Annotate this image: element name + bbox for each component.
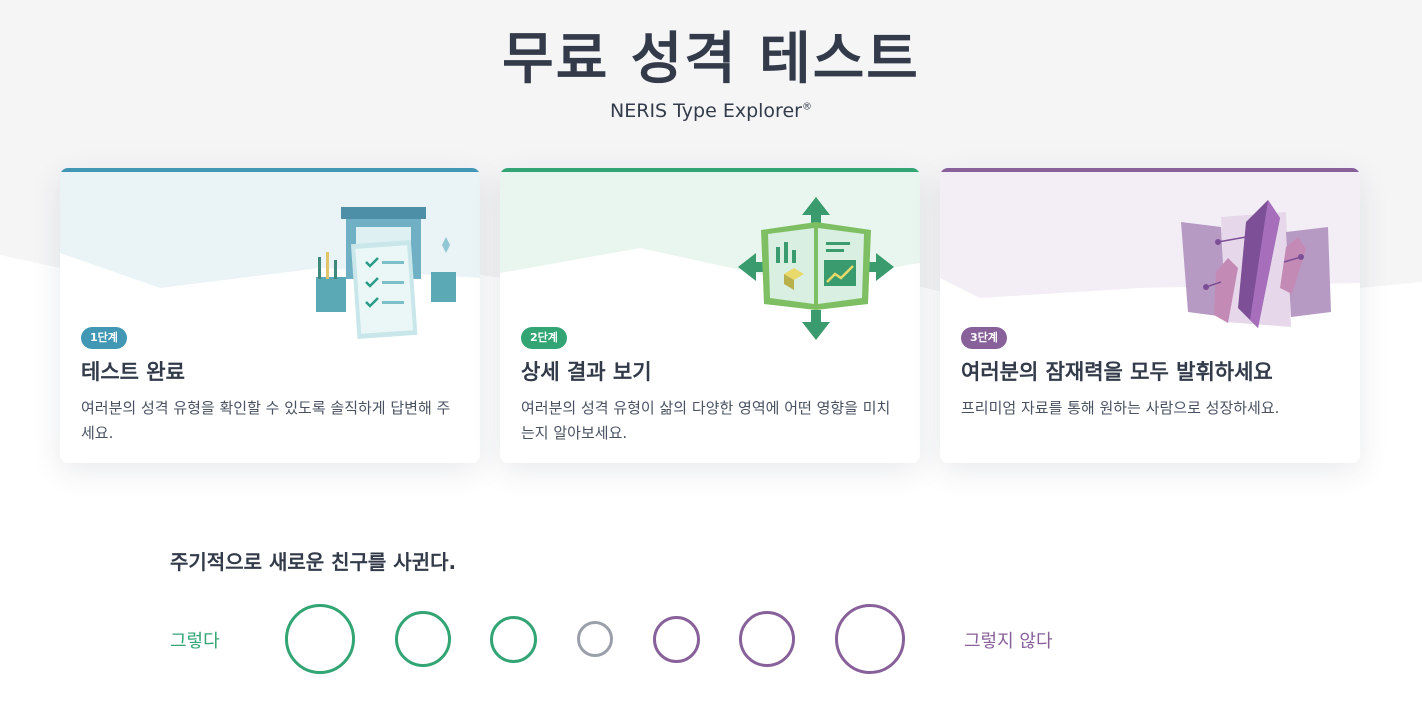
step-badge: 3단계	[961, 327, 1007, 349]
card-title: 여러분의 잠재력을 모두 발휘하세요	[961, 360, 1273, 384]
answer-option-disagree-slight[interactable]	[653, 616, 700, 663]
step-card-2: 2단계 상세 결과 보기 여러분의 성격 유형이 삶의 다양한 영역에 어떤 영…	[500, 168, 920, 463]
step-badge: 1단계	[81, 327, 127, 349]
answer-option-agree[interactable]	[395, 611, 451, 667]
card-description: 여러분의 성격 유형이 삶의 다양한 영역에 어떤 영향을 미치는지 알아보세요…	[521, 399, 891, 442]
answer-option-disagree-strong[interactable]	[835, 604, 905, 674]
answer-option-disagree[interactable]	[739, 611, 795, 667]
answer-option-agree-strong[interactable]	[285, 604, 355, 674]
card-title: 테스트 완료	[81, 360, 185, 384]
registered-mark: ®	[801, 101, 812, 113]
subtitle-text: NERIS Type Explorer	[610, 100, 802, 122]
answer-scale: 그렇다 그렇지 않다	[0, 600, 1422, 680]
answer-option-agree-slight[interactable]	[490, 616, 537, 663]
step-card-3: 3단계 여러분의 잠재력을 모두 발휘하세요 프리미엄 자료를 통해 원하는 사…	[940, 168, 1360, 463]
disagree-label: 그렇지 않다	[964, 631, 1053, 652]
step-card-1: 1단계 테스트 완료 여러분의 성격 유형을 확인할 수 있도록 솔직하게 답변…	[60, 168, 480, 463]
page-title: 무료 성격 테스트	[502, 27, 920, 92]
page-subtitle: NERIS Type Explorer®	[0, 100, 1422, 122]
answer-option-neutral[interactable]	[577, 621, 613, 657]
crystal-map-icon	[1181, 200, 1331, 328]
step-cards: 1단계 테스트 완료 여러분의 성격 유형을 확인할 수 있도록 솔직하게 답변…	[60, 168, 1360, 463]
checklist-clipboard-icon	[316, 207, 456, 339]
card-title: 상세 결과 보기	[521, 360, 652, 384]
card-description: 여러분의 성격 유형을 확인할 수 있도록 솔직하게 답변해 주세요.	[81, 399, 451, 442]
card-description: 프리미엄 자료를 통해 원하는 사람으로 성장하세요.	[961, 399, 1280, 417]
question-text: 주기적으로 새로운 친구를 사귄다.	[170, 550, 457, 574]
step-badge: 2단계	[521, 327, 567, 349]
open-book-chart-icon	[738, 197, 894, 340]
agree-label: 그렇다	[170, 631, 220, 652]
